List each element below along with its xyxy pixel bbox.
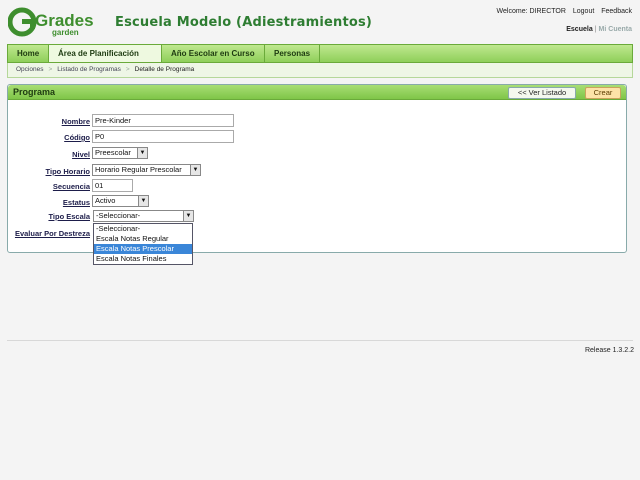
panel-header: Programa << Ver Listado Crear xyxy=(8,85,626,100)
evaluar-label: Evaluar Por Destreza xyxy=(14,229,90,238)
grades-garden-logo: Grades garden xyxy=(7,6,104,38)
breadcrumb-listado[interactable]: Listado de Programas xyxy=(57,66,121,73)
tipo-escala-label: Tipo Escala xyxy=(48,212,90,221)
crear-button[interactable]: Crear xyxy=(585,87,621,99)
tipo-horario-label: Tipo Horario xyxy=(45,167,90,176)
top-links: Welcome: DIRECTOR Logout Feedback xyxy=(492,8,632,15)
school-switch: Escuela | Mi Cuenta xyxy=(566,26,632,33)
welcome-text: Welcome: DIRECTOR xyxy=(496,8,566,15)
estatus-select[interactable]: Activo ▼ xyxy=(92,195,149,207)
breadcrumb-separator-icon: > xyxy=(48,66,53,73)
my-account-link[interactable]: Mi Cuenta xyxy=(599,26,632,33)
app-title: Escuela Modelo (Adiestramientos) xyxy=(115,15,373,30)
chevron-down-icon: ▼ xyxy=(190,165,200,175)
chevron-down-icon: ▼ xyxy=(183,211,193,221)
estatus-label: Estatus xyxy=(62,198,90,207)
tipo-horario-select[interactable]: Horario Regular Prescolar ▼ xyxy=(92,164,201,176)
dropdown-option-highlighted[interactable]: Escala Notas Prescolar xyxy=(94,244,192,254)
nivel-select[interactable]: Preescolar ▼ xyxy=(92,147,148,159)
dropdown-option[interactable]: Escala Notas Finales xyxy=(94,254,192,264)
breadcrumb-current: Detalle de Programa xyxy=(134,66,195,73)
dropdown-option[interactable]: -Seleccionar- xyxy=(94,224,192,234)
tab-personas[interactable]: Personas xyxy=(265,45,320,62)
dropdown-option[interactable]: Escala Notas Regular xyxy=(94,234,192,244)
breadcrumb: Opciones > Listado de Programas > Detalle de… xyxy=(7,63,633,78)
logo-subtext: garden xyxy=(52,28,79,37)
nivel-label: Nivel xyxy=(72,150,90,159)
tab-ano-escolar[interactable]: Año Escolar en Curso xyxy=(162,45,265,62)
tipo-horario-value: Horario Regular Prescolar xyxy=(95,165,182,174)
nombre-label: Nombre xyxy=(61,117,90,126)
release-version: Release 1.3.2.2 xyxy=(584,347,634,354)
nombre-field[interactable]: Pre-Kinder xyxy=(92,114,234,127)
chevron-down-icon: ▼ xyxy=(137,148,147,158)
codigo-label: Código xyxy=(64,133,90,142)
tipo-escala-value: -Seleccionar- xyxy=(96,211,141,220)
chevron-down-icon: ▼ xyxy=(138,196,148,206)
estatus-value: Activo xyxy=(95,196,116,205)
logout-link[interactable]: Logout xyxy=(573,8,594,15)
tipo-escala-select[interactable]: -Seleccionar- ▼ xyxy=(93,210,194,222)
footer-divider xyxy=(7,340,633,341)
breadcrumb-opciones[interactable]: Opciones xyxy=(16,66,43,73)
ver-listado-button[interactable]: << Ver Listado xyxy=(508,87,576,99)
secuencia-label: Secuencia xyxy=(52,182,90,191)
breadcrumb-separator-icon: > xyxy=(125,66,130,73)
panel-title: Programa xyxy=(13,87,56,97)
nivel-value: Preescolar xyxy=(95,148,131,157)
codigo-field[interactable]: P0 xyxy=(92,130,234,143)
school-link[interactable]: Escuela xyxy=(566,26,592,33)
tab-area-planificacion[interactable]: Área de Planificación xyxy=(49,45,162,62)
main-nav: Home Área de Planificación Año Escolar e… xyxy=(7,44,633,63)
tab-home[interactable]: Home xyxy=(8,45,49,62)
tipo-escala-dropdown: -Seleccionar- Escala Notas Regular Escal… xyxy=(93,223,193,265)
feedback-link[interactable]: Feedback xyxy=(601,8,632,15)
secuencia-field[interactable]: 01 xyxy=(92,179,133,192)
